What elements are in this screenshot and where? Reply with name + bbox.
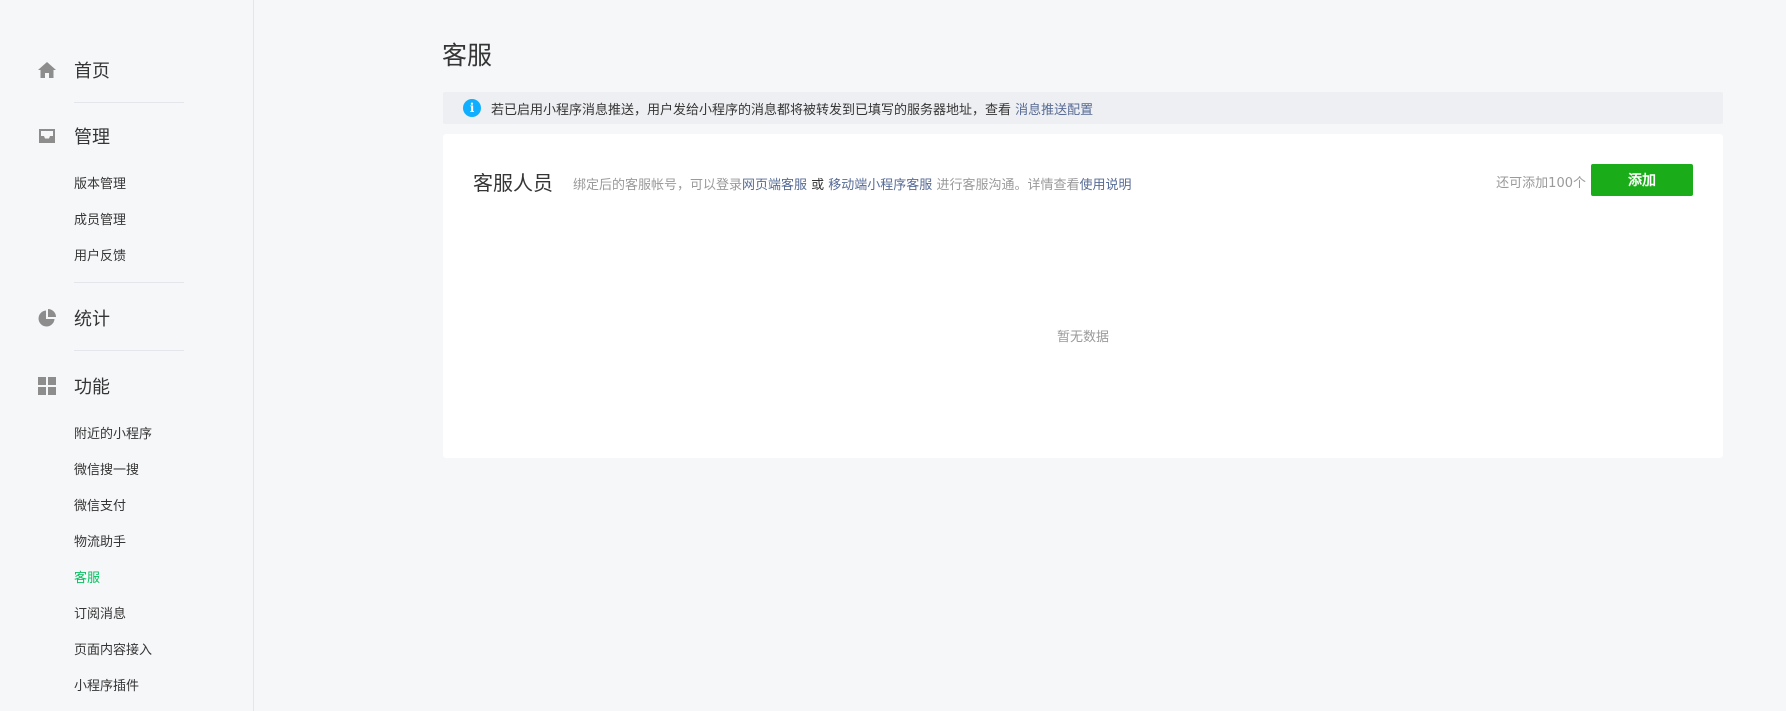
notice-message: 若已启用小程序消息推送，用户发给小程序的消息都将被转发到已填写的服务器地址，查看 (491, 102, 1016, 118)
sidebar-divider (74, 282, 184, 283)
push-config-link[interactable]: 消息推送配置 (1015, 103, 1093, 118)
sidebar-item-home[interactable]: 首页 (0, 50, 254, 90)
sidebar-item-logistics[interactable]: 物流助手 (74, 533, 126, 553)
card-description: 绑定后的客服帐号，可以登录网页端客服 或 移动端小程序客服 进行客服沟通。详情查… (573, 174, 1131, 193)
sidebar-item-plugins[interactable]: 小程序插件 (74, 677, 139, 697)
sidebar-item-nearby[interactable]: 附近的小程序 (74, 425, 152, 445)
app-layout: 首页 管理 版本管理 成员管理 用户反馈 统计 功能 附近的小程序 微信搜一搜 (0, 0, 1786, 711)
sidebar-item-members[interactable]: 成员管理 (74, 211, 126, 231)
sidebar-item-wechat-pay[interactable]: 微信支付 (74, 497, 126, 517)
sidebar-item-subscribe-msg[interactable]: 订阅消息 (74, 605, 126, 625)
card-title: 客服人员 (473, 171, 553, 195)
home-icon (36, 59, 58, 81)
sidebar-item-page-content[interactable]: 页面内容接入 (74, 641, 152, 661)
grid-icon (36, 375, 58, 397)
empty-state: 暂无数据 (1056, 330, 1109, 345)
sidebar: 首页 管理 版本管理 成员管理 用户反馈 统计 功能 附近的小程序 微信搜一搜 (0, 0, 254, 711)
mobile-cs-link[interactable]: 移动端小程序客服 (828, 178, 932, 193)
sidebar-item-wechat-search[interactable]: 微信搜一搜 (74, 461, 139, 481)
inbox-icon (36, 125, 58, 147)
page-title: 客服 (442, 41, 493, 70)
sidebar-item-label: 功能 (74, 377, 110, 398)
notice-text: 若已启用小程序消息推送，用户发给小程序的消息都将被转发到已填写的服务器地址，查看… (491, 99, 1093, 118)
sidebar-item-label: 首页 (74, 61, 110, 82)
desc-or: 或 (807, 178, 829, 193)
sidebar-item-manage[interactable]: 管理 (0, 116, 254, 156)
sidebar-divider (74, 102, 184, 103)
sidebar-item-label: 统计 (74, 309, 110, 330)
add-button[interactable]: 添加 (1591, 164, 1693, 196)
sidebar-item-label: 管理 (74, 127, 110, 148)
desc-prefix: 绑定后的客服帐号，可以登录 (573, 178, 743, 193)
quota-text: 还可添加100个 (1496, 176, 1586, 191)
customer-service-card: 客服人员 绑定后的客服帐号，可以登录网页端客服 或 移动端小程序客服 进行客服沟… (443, 134, 1723, 458)
sidebar-item-version[interactable]: 版本管理 (74, 175, 126, 195)
web-cs-link[interactable]: 网页端客服 (742, 178, 807, 193)
info-notice: i 若已启用小程序消息推送，用户发给小程序的消息都将被转发到已填写的服务器地址，… (443, 92, 1723, 124)
sidebar-item-stats[interactable]: 统计 (0, 298, 254, 338)
info-icon: i (463, 99, 481, 117)
desc-mid: 进行客服沟通。详情查看 (932, 178, 1080, 193)
sidebar-divider (74, 350, 184, 351)
sidebar-item-features[interactable]: 功能 (0, 366, 254, 406)
pie-chart-icon (36, 307, 58, 329)
sidebar-item-feedback[interactable]: 用户反馈 (74, 247, 126, 267)
sidebar-item-customer-service[interactable]: 客服 (74, 569, 100, 589)
usage-guide-link[interactable]: 使用说明 (1079, 178, 1131, 193)
